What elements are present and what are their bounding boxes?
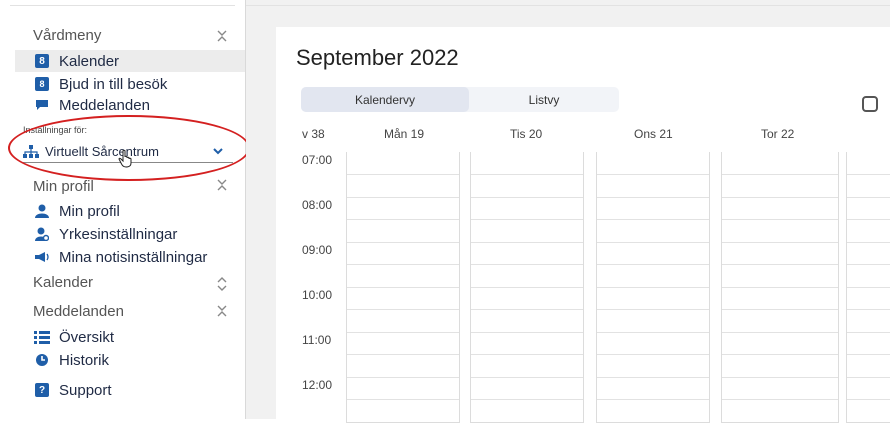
week-number: v 38 — [302, 127, 325, 141]
sidebar: Vårdmeny 8 Kalender 8 Bjud in till besök… — [0, 0, 250, 419]
collapse-chevron-icon[interactable] — [215, 29, 229, 43]
sidebar-item-label: Support — [59, 381, 112, 399]
collapse-chevron-icon[interactable] — [215, 304, 229, 318]
hand-cursor-icon — [118, 150, 132, 168]
megaphone-icon — [33, 249, 51, 265]
sidebar-item-support[interactable]: ? Support — [15, 379, 245, 401]
sidebar-item-kalender[interactable]: 8 Kalender — [15, 50, 245, 72]
day-header: Ons 21 — [634, 127, 673, 141]
sidebar-item-yrkesinstallningar[interactable]: Yrkesinställningar — [15, 223, 245, 245]
main-content: September 2022 Kalendervy Listvy v 38 Må… — [246, 0, 890, 423]
time-label: 09:00 — [302, 243, 333, 257]
calendar-invite-icon: 8 — [33, 76, 51, 92]
day-header: Tis 20 — [510, 127, 543, 141]
tab-kalendervy[interactable]: Kalendervy — [301, 87, 469, 112]
view-tabs: Kalendervy Listvy — [301, 87, 619, 112]
sidebar-item-label: Översikt — [59, 328, 115, 346]
message-icon — [33, 97, 51, 113]
sidebar-item-notisinstallningar[interactable]: Mina notisinställningar — [15, 246, 245, 268]
highlight-annotation — [8, 115, 250, 181]
user-settings-icon — [33, 226, 51, 242]
page-title: September 2022 — [296, 45, 459, 70]
day-header: Tor 22 — [761, 127, 795, 141]
day-column[interactable] — [470, 152, 584, 423]
sidebar-item-historik[interactable]: Historik — [15, 349, 245, 371]
time-label: 12:00 — [302, 378, 333, 392]
help-icon: ? — [33, 382, 51, 398]
day-column[interactable] — [721, 152, 839, 423]
user-icon — [33, 203, 51, 219]
sidebar-item-label: Historik — [59, 351, 110, 369]
sidebar-item-oversikt[interactable]: Översikt — [15, 326, 245, 348]
sidebar-item-meddelanden[interactable]: Meddelanden — [15, 94, 245, 116]
day-header: Mån 19 — [384, 127, 425, 141]
toggle-icon[interactable] — [862, 96, 878, 112]
calendar-card: September 2022 Kalendervy Listvy v 38 Må… — [276, 27, 890, 423]
sidebar-item-label: Mina notisinställningar — [59, 248, 208, 266]
day-column[interactable] — [346, 152, 460, 423]
expand-chevron-icon[interactable] — [215, 277, 229, 291]
sidebar-item-label: Min profil — [59, 202, 120, 220]
list-icon — [33, 329, 51, 345]
calendar-icon: 8 — [33, 53, 51, 69]
sidebar-item-bjud-in[interactable]: 8 Bjud in till besök — [15, 73, 245, 95]
main-divider — [246, 5, 890, 6]
section-title-kalender: Kalender — [33, 274, 94, 291]
day-column[interactable] — [596, 152, 710, 423]
sidebar-divider — [10, 5, 235, 6]
history-icon — [33, 352, 51, 368]
sidebar-item-min-profil[interactable]: Min profil — [15, 200, 245, 222]
time-label: 11:00 — [302, 333, 332, 347]
time-label: 10:00 — [302, 288, 333, 302]
sidebar-item-label: Meddelanden — [59, 96, 150, 114]
time-label: 07:00 — [302, 153, 333, 167]
collapse-chevron-icon[interactable] — [215, 178, 229, 192]
section-title-meddelanden: Meddelanden — [33, 303, 124, 320]
tab-listvy[interactable]: Listvy — [469, 87, 619, 112]
sidebar-item-label: Bjud in till besök — [59, 75, 168, 93]
section-title-min-profil: Min profil — [33, 178, 94, 195]
app-frame: Vårdmeny 8 Kalender 8 Bjud in till besök… — [0, 0, 890, 423]
section-title-vardmeny: Vårdmeny — [33, 27, 102, 44]
sidebar-item-label: Yrkesinställningar — [59, 225, 178, 243]
day-column[interactable] — [846, 152, 890, 423]
time-label: 08:00 — [302, 198, 333, 212]
sidebar-item-label: Kalender — [59, 52, 120, 70]
